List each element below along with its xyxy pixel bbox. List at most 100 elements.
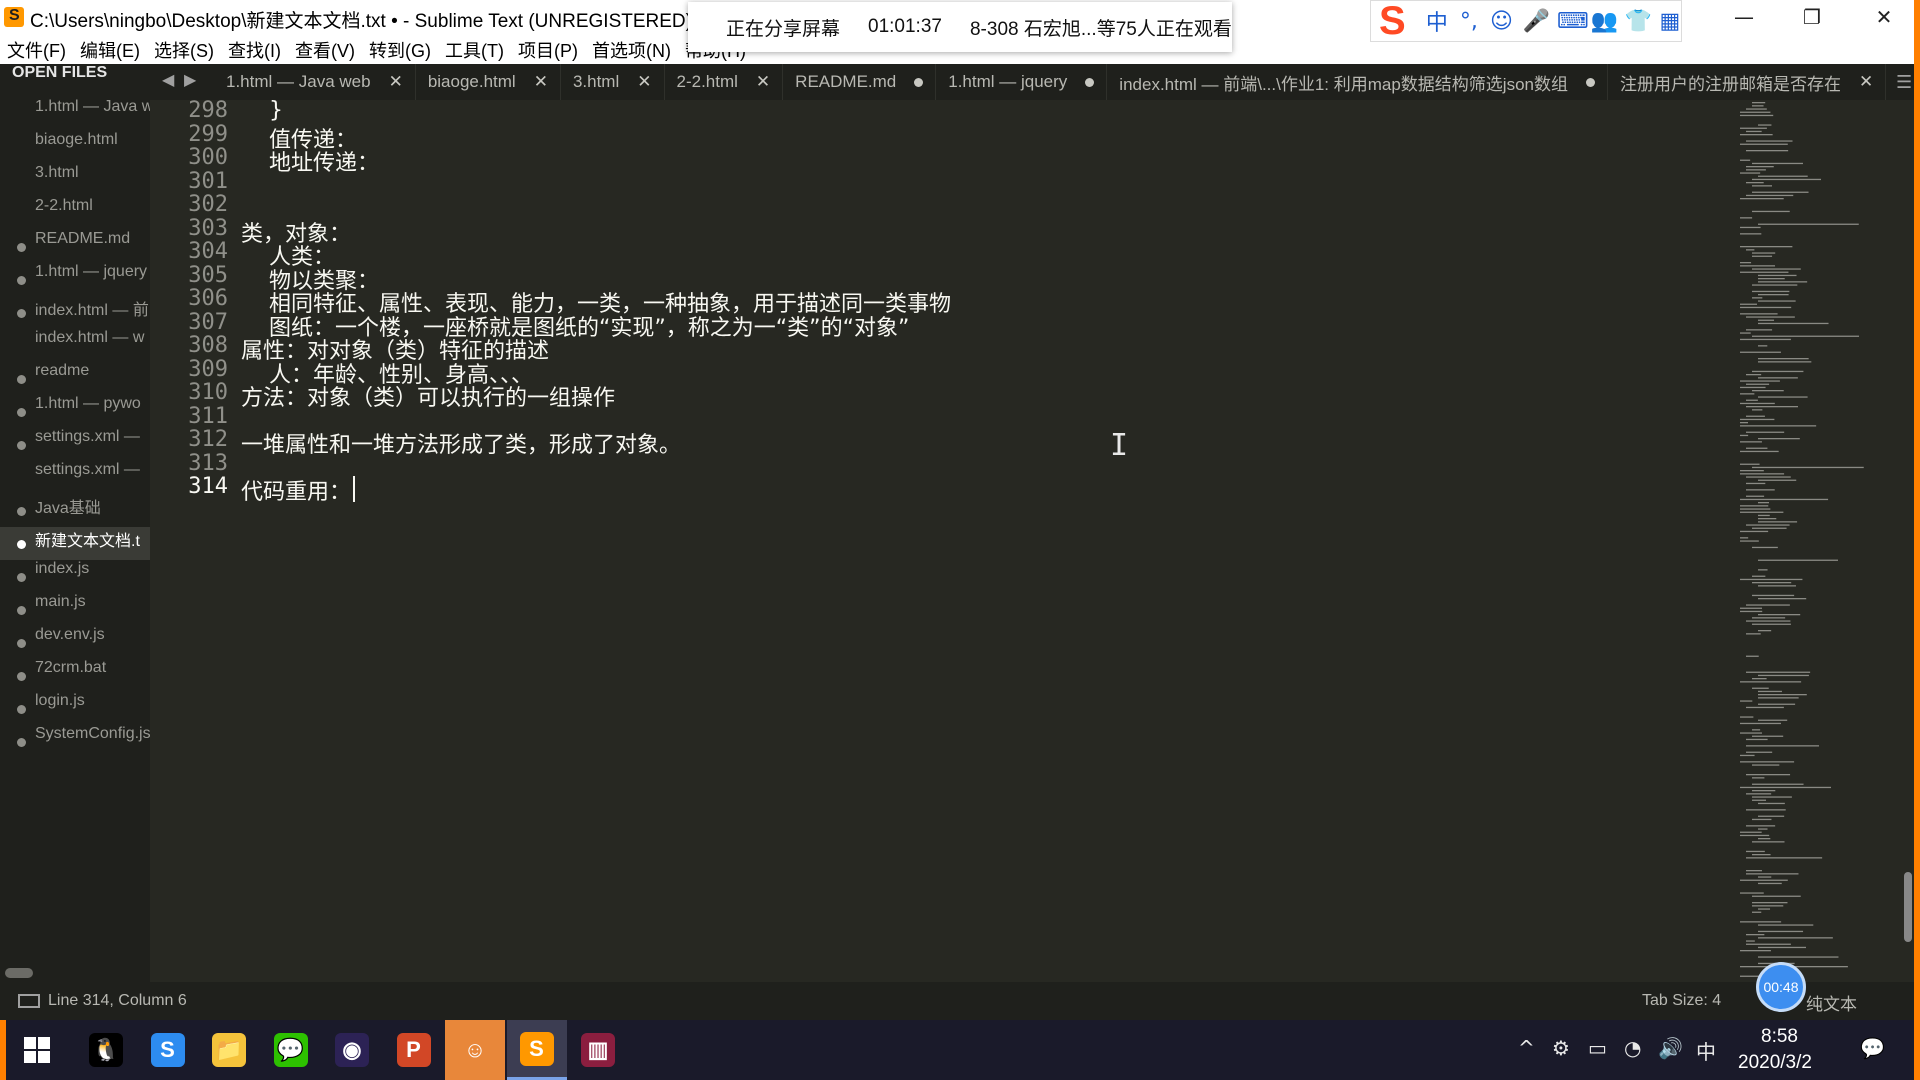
ime-emoji-icon[interactable]: ☺ xyxy=(1490,9,1513,34)
tab-modified-dot-icon[interactable] xyxy=(914,77,924,87)
ime-skin-icon[interactable]: 👕 xyxy=(1625,9,1652,34)
ime-toolbox-icon[interactable]: ▦ xyxy=(1659,9,1681,34)
minimap-line xyxy=(1752,268,1801,270)
tab-modified-dot-icon[interactable] xyxy=(1586,77,1595,87)
tab-close-icon[interactable]: ✕ xyxy=(756,72,770,92)
restore-button[interactable]: ❐ xyxy=(1784,0,1840,34)
sidebar-file-item[interactable]: settings.xml — xyxy=(0,461,150,494)
taskbar-app-wechat[interactable]: 💬 xyxy=(261,1020,321,1080)
menu-edit[interactable]: 编辑(E) xyxy=(73,34,147,64)
sidebar-file-item[interactable]: readme xyxy=(0,362,150,395)
sidebar-file-item[interactable]: 1.html — pywo xyxy=(0,395,150,428)
sidebar-file-item[interactable]: login.js xyxy=(0,692,150,725)
tab-close-icon[interactable]: ✕ xyxy=(637,72,651,92)
sidebar-file-item[interactable]: index.html — w xyxy=(0,329,150,362)
clock-date[interactable]: 2020/3/2 xyxy=(1738,1052,1812,1074)
editor-tab[interactable]: 注册用户的注册邮箱是否存在 ✕ xyxy=(1608,64,1887,100)
menu-selection[interactable]: 选择(S) xyxy=(147,34,221,64)
sidebar-file-label: Java基础 xyxy=(35,500,101,517)
taskbar-app-file-explorer[interactable]: 📁 xyxy=(199,1020,259,1080)
code-line[interactable]: 地址传递： xyxy=(241,145,379,177)
sidebar-file-item[interactable]: settings.xml — xyxy=(0,428,150,461)
taskbar-app-sogou-browser[interactable]: S xyxy=(138,1020,198,1080)
tab-next-icon[interactable]: ▶ xyxy=(184,70,196,89)
tray-expand-icon[interactable]: ^ xyxy=(1518,1036,1535,1060)
share-viewers[interactable]: 8-308 石宏旭...等75人正在观看 xyxy=(970,14,1232,41)
tray-app-icon[interactable]: ⚙ xyxy=(1552,1036,1570,1060)
minimap[interactable] xyxy=(1736,100,1896,982)
tab-size-selector[interactable]: Tab Size: 4 xyxy=(1642,992,1721,1010)
taskbar-app-sublime-text[interactable]: S xyxy=(506,1020,567,1080)
sidebar-file-item[interactable]: index.html — 前 xyxy=(0,296,150,329)
editor-tab[interactable]: README.md xyxy=(783,64,937,100)
tab-menu-icon[interactable]: ☰ xyxy=(1896,72,1912,93)
code-editor[interactable]: } 值传递： 地址传递： 类，对象： 人类： 物以类聚： 相同特征、属性、表现、能… xyxy=(236,98,1736,982)
ime-voice-icon[interactable]: 🎤 xyxy=(1523,9,1550,34)
editor-scrollbar[interactable] xyxy=(1904,872,1912,942)
editor-tab[interactable]: index.html — 前端\...\作业1: 利用map数据结构筛选json… xyxy=(1107,64,1608,100)
input-language-indicator[interactable]: 中 xyxy=(1696,1036,1716,1065)
sidebar-file-item[interactable]: 新建文本文档.t xyxy=(0,527,150,560)
sogou-logo-icon[interactable]: S xyxy=(1379,1,1416,41)
editor-tab[interactable]: 1.html — Java web ✕ xyxy=(214,64,416,100)
file-explorer-icon: 📁 xyxy=(212,1033,246,1067)
ime-lang-button[interactable]: 中 xyxy=(1426,5,1448,37)
menu-file[interactable]: 文件(F) xyxy=(0,34,73,64)
close-button[interactable]: ✕ xyxy=(1856,0,1912,34)
sidebar-file-item[interactable]: dev.env.js xyxy=(0,626,150,659)
recording-timer-badge[interactable]: 00:48 xyxy=(1756,962,1806,1012)
sidebar-file-item[interactable]: 2-2.html xyxy=(0,197,150,230)
editor-tab[interactable]: 3.html ✕ xyxy=(561,64,665,100)
editor-tab[interactable]: 2-2.html ✕ xyxy=(665,64,784,100)
taskbar-app-winrar[interactable]: ▥ xyxy=(568,1020,628,1080)
menu-preferences[interactable]: 首选项(N) xyxy=(585,34,678,64)
battery-icon[interactable]: ▭ xyxy=(1588,1036,1607,1060)
editor-tab[interactable]: biaoge.html ✕ xyxy=(416,64,561,100)
sidebar-file-item[interactable]: Java基础 xyxy=(0,494,150,527)
menu-goto[interactable]: 转到(G) xyxy=(362,34,438,64)
wifi-icon[interactable]: ◔ xyxy=(1624,1036,1641,1060)
ime-keyboard-icon[interactable]: ⌨ xyxy=(1557,9,1589,34)
tab-close-icon[interactable]: ✕ xyxy=(1859,72,1873,92)
menu-tools[interactable]: 工具(T) xyxy=(438,34,511,64)
sidebar-file-item[interactable]: SystemConfig.js xyxy=(0,725,150,758)
tab-prev-icon[interactable]: ◀ xyxy=(162,70,174,89)
sidebar-file-item[interactable]: biaoge.html xyxy=(0,131,150,164)
menu-find[interactable]: 查找(I) xyxy=(221,34,288,64)
syntax-selector[interactable]: 纯文本 xyxy=(1806,990,1857,1015)
tab-label: index.html — 前端\...\作业1: 利用map数据结构筛选json… xyxy=(1119,74,1568,94)
taskbar-app-powerpoint[interactable]: P xyxy=(384,1020,444,1080)
taskbar-app-avatar-app[interactable]: ☺ xyxy=(445,1020,505,1080)
editor-tab[interactable]: 1.html — jquery xyxy=(936,64,1108,100)
code-line[interactable]: 代码重用： xyxy=(241,474,351,506)
sidebar-file-item[interactable]: 1.html — jquery xyxy=(0,263,150,296)
code-line[interactable]: 一堆属性和一堆方法形成了类，形成了对象。 xyxy=(241,427,681,459)
taskbar-app-eclipse[interactable]: ◉ xyxy=(322,1020,382,1080)
sidebar-file-item[interactable]: 3.html xyxy=(0,164,150,197)
minimap-line xyxy=(1758,585,1796,587)
panel-toggle-icon[interactable] xyxy=(18,994,40,1008)
code-line[interactable]: 方法：对象（类）可以执行的一组操作 xyxy=(241,380,615,412)
tab-close-icon[interactable]: ✕ xyxy=(389,72,403,92)
ime-punct-button[interactable]: °, xyxy=(1458,9,1480,34)
volume-icon[interactable]: 🔊 xyxy=(1658,1036,1683,1060)
tab-close-icon[interactable]: ✕ xyxy=(534,72,548,92)
minimap-line xyxy=(1758,924,1814,926)
code-line[interactable]: } xyxy=(241,98,283,123)
sidebar-file-item[interactable]: index.js xyxy=(0,560,150,593)
sidebar-file-item[interactable]: README.md xyxy=(0,230,150,263)
taskbar-app-qq[interactable]: 🐧 xyxy=(76,1020,136,1080)
sidebar-file-item[interactable]: main.js xyxy=(0,593,150,626)
clock-time[interactable]: 8:58 xyxy=(1761,1026,1798,1048)
menu-project[interactable]: 项目(P) xyxy=(511,34,585,64)
sidebar-scrollbar[interactable] xyxy=(5,968,33,978)
menu-view[interactable]: 查看(V) xyxy=(288,34,362,64)
notification-icon[interactable]: 💬 xyxy=(1860,1036,1885,1060)
sidebar-file-item[interactable]: 72crm.bat xyxy=(0,659,150,692)
ime-user-icon[interactable]: 👥 xyxy=(1591,9,1618,34)
start-button[interactable] xyxy=(0,1020,74,1080)
tab-modified-dot-icon[interactable] xyxy=(1085,77,1095,87)
sidebar-file-item[interactable]: 1.html — Java w xyxy=(0,98,150,131)
minimize-button[interactable]: — xyxy=(1716,0,1772,34)
minimap-line xyxy=(1752,841,1785,843)
